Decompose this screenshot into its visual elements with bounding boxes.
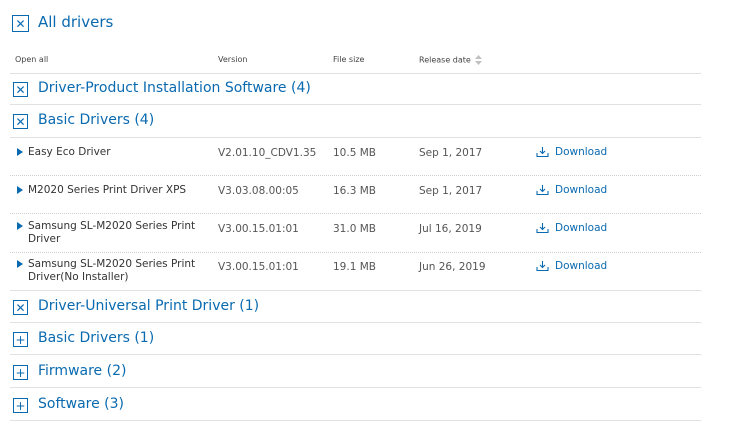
driver-version: V3.03.08.00:05 bbox=[218, 185, 299, 197]
driver-file-size: 31.0 MB bbox=[333, 223, 376, 235]
download-icon bbox=[536, 223, 549, 234]
expand-arrow-icon[interactable] bbox=[17, 222, 23, 230]
section-divider bbox=[10, 322, 701, 323]
download-icon bbox=[536, 261, 549, 272]
download-label: Download bbox=[555, 260, 608, 272]
expand-arrow-icon[interactable] bbox=[17, 186, 23, 194]
driver-release-date: Sep 1, 2017 bbox=[419, 147, 483, 159]
driver-release-date: Jul 16, 2019 bbox=[419, 223, 482, 235]
row-divider bbox=[10, 175, 701, 176]
section-divider bbox=[10, 420, 701, 421]
driver-release-date: Jun 26, 2019 bbox=[419, 261, 486, 273]
section-expand-plus-icon[interactable]: + bbox=[13, 398, 28, 413]
section-title-software[interactable]: Software (3) bbox=[38, 396, 124, 412]
section-divider bbox=[10, 104, 701, 105]
section-expand-plus-icon[interactable]: + bbox=[13, 365, 28, 380]
subsection-expand-plus-icon[interactable]: + bbox=[13, 332, 28, 347]
driver-version: V2.01.10_CDV1.35 bbox=[218, 147, 317, 159]
section-title-driver-product-installation[interactable]: Driver-Product Installation Software (4) bbox=[38, 80, 311, 96]
download-icon bbox=[536, 147, 549, 158]
row-divider bbox=[10, 252, 701, 253]
open-all-link[interactable]: Open all bbox=[15, 55, 48, 64]
release-date-column-header[interactable]: Release date bbox=[419, 55, 482, 65]
driver-name[interactable]: Samsung SL-M2020 Series Print Driver(No … bbox=[28, 258, 206, 284]
subsection-title-basic-drivers[interactable]: Basic Drivers (1) bbox=[38, 330, 154, 346]
all-drivers-title[interactable]: All drivers bbox=[38, 13, 113, 31]
driver-file-size: 16.3 MB bbox=[333, 185, 376, 197]
subsection-collapse-close-icon[interactable]: ✕ bbox=[13, 114, 28, 129]
row-divider bbox=[10, 213, 701, 214]
download-label: Download bbox=[555, 184, 608, 196]
section-title-firmware[interactable]: Firmware (2) bbox=[38, 363, 126, 379]
all-drivers-close-icon[interactable]: ✕ bbox=[12, 15, 29, 32]
section-title-universal-print-driver[interactable]: Driver-Universal Print Driver (1) bbox=[38, 298, 259, 314]
driver-release-date: Sep 1, 2017 bbox=[419, 185, 483, 197]
file-size-column-header: File size bbox=[333, 55, 365, 64]
sort-icon[interactable] bbox=[474, 55, 482, 65]
driver-version: V3.00.15.01:01 bbox=[218, 223, 299, 235]
section-collapse-close-icon[interactable]: ✕ bbox=[13, 82, 28, 97]
download-label: Download bbox=[555, 222, 608, 234]
section-collapse-close-icon[interactable]: ✕ bbox=[13, 300, 28, 315]
subsection-divider bbox=[10, 137, 701, 138]
subsection-divider bbox=[10, 354, 701, 355]
download-link[interactable]: Download bbox=[536, 260, 607, 272]
download-label: Download bbox=[555, 146, 608, 158]
expand-arrow-icon[interactable] bbox=[17, 148, 23, 156]
section-divider bbox=[10, 387, 701, 388]
driver-version: V3.00.15.01:01 bbox=[218, 261, 299, 273]
driver-name[interactable]: M2020 Series Print Driver XPS bbox=[28, 184, 206, 197]
subsection-title-basic-drivers[interactable]: Basic Drivers (4) bbox=[38, 112, 154, 128]
expand-arrow-icon[interactable] bbox=[17, 260, 23, 268]
download-link[interactable]: Download bbox=[536, 222, 607, 234]
header-divider bbox=[10, 73, 701, 74]
driver-name[interactable]: Easy Eco Driver bbox=[28, 146, 206, 159]
download-icon bbox=[536, 185, 549, 196]
release-date-label: Release date bbox=[419, 55, 471, 65]
version-column-header: Version bbox=[218, 55, 248, 64]
download-link[interactable]: Download bbox=[536, 184, 607, 196]
download-link[interactable]: Download bbox=[536, 146, 607, 158]
driver-file-size: 19.1 MB bbox=[333, 261, 376, 273]
driver-name[interactable]: Samsung SL-M2020 Series Print Driver bbox=[28, 220, 206, 246]
subsection-end-divider bbox=[10, 290, 701, 291]
driver-file-size: 10.5 MB bbox=[333, 147, 376, 159]
